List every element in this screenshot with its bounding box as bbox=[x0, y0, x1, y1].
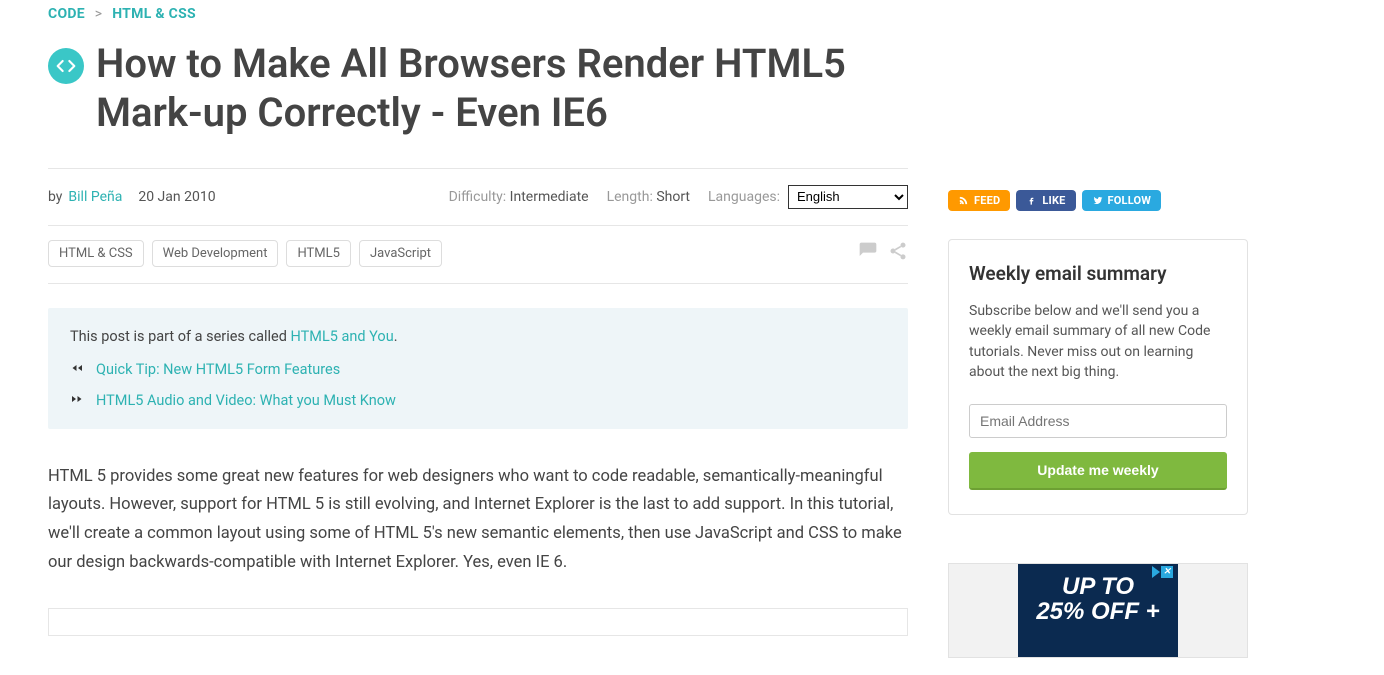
comment-icon[interactable] bbox=[858, 241, 878, 265]
twitter-icon bbox=[1092, 195, 1103, 206]
ad-text-line1: UP TO bbox=[1024, 574, 1172, 599]
article-paragraph: HTML 5 provides some great new features … bbox=[48, 463, 908, 579]
email-input[interactable] bbox=[969, 404, 1227, 438]
like-button[interactable]: LIKE bbox=[1016, 190, 1075, 211]
meta-row: by Bill Peña 20 Jan 2010 Difficulty: Int… bbox=[48, 185, 908, 209]
difficulty-label: Difficulty: bbox=[449, 189, 507, 205]
rewind-icon bbox=[70, 361, 84, 378]
code-icon bbox=[48, 48, 84, 84]
tag-item[interactable]: JavaScript bbox=[359, 240, 442, 267]
author-link[interactable]: Bill Peña bbox=[68, 189, 122, 205]
breadcrumb-separator: > bbox=[95, 6, 103, 22]
series-box: This post is part of a series called HTM… bbox=[48, 308, 908, 429]
subscribe-button[interactable]: Update me weekly bbox=[969, 452, 1227, 490]
by-label: by bbox=[48, 189, 62, 205]
length-value: Short bbox=[656, 189, 690, 205]
ad-close-icon[interactable]: ✕ bbox=[1152, 566, 1176, 578]
series-link[interactable]: HTML5 and You bbox=[291, 328, 394, 345]
tag-item[interactable]: HTML & CSS bbox=[48, 240, 144, 267]
divider bbox=[48, 168, 908, 169]
tag-item[interactable]: HTML5 bbox=[286, 240, 351, 267]
ad-slot[interactable]: ✕ UP TO 25% OFF + bbox=[948, 563, 1248, 658]
share-icon[interactable] bbox=[888, 241, 908, 265]
facebook-icon bbox=[1026, 195, 1037, 206]
series-suffix: . bbox=[394, 328, 398, 345]
breadcrumb-level1[interactable]: CODE bbox=[48, 6, 85, 22]
feed-button[interactable]: FEED bbox=[948, 190, 1010, 211]
email-card-heading: Weekly email summary bbox=[969, 262, 1227, 285]
forward-icon bbox=[70, 392, 84, 409]
email-summary-card: Weekly email summary Subscribe below and… bbox=[948, 239, 1248, 515]
tag-item[interactable]: Web Development bbox=[152, 240, 279, 267]
length-label: Length: bbox=[607, 189, 653, 205]
email-card-desc: Subscribe below and we'll send you a wee… bbox=[969, 301, 1227, 382]
breadcrumb: CODE > HTML & CSS bbox=[48, 6, 908, 22]
publish-date: 20 Jan 2010 bbox=[138, 189, 215, 205]
ad-text-line2: 25% OFF + bbox=[1024, 599, 1172, 624]
languages-label: Languages: bbox=[708, 189, 780, 205]
page-title: How to Make All Browsers Render HTML5 Ma… bbox=[96, 40, 908, 138]
series-prev-link[interactable]: Quick Tip: New HTML5 Form Features bbox=[96, 361, 340, 378]
language-select[interactable]: English bbox=[788, 185, 908, 209]
breadcrumb-level2[interactable]: HTML & CSS bbox=[112, 6, 196, 22]
rss-icon bbox=[958, 195, 969, 206]
content-placeholder bbox=[48, 608, 908, 636]
follow-button[interactable]: FOLLOW bbox=[1082, 190, 1162, 211]
tag-list: HTML & CSS Web Development HTML5 JavaScr… bbox=[48, 240, 442, 267]
divider bbox=[48, 225, 908, 226]
series-next-link[interactable]: HTML5 Audio and Video: What you Must Kno… bbox=[96, 392, 396, 409]
difficulty-value: Intermediate bbox=[510, 189, 589, 205]
series-intro: This post is part of a series called bbox=[70, 328, 291, 345]
divider bbox=[48, 283, 908, 284]
